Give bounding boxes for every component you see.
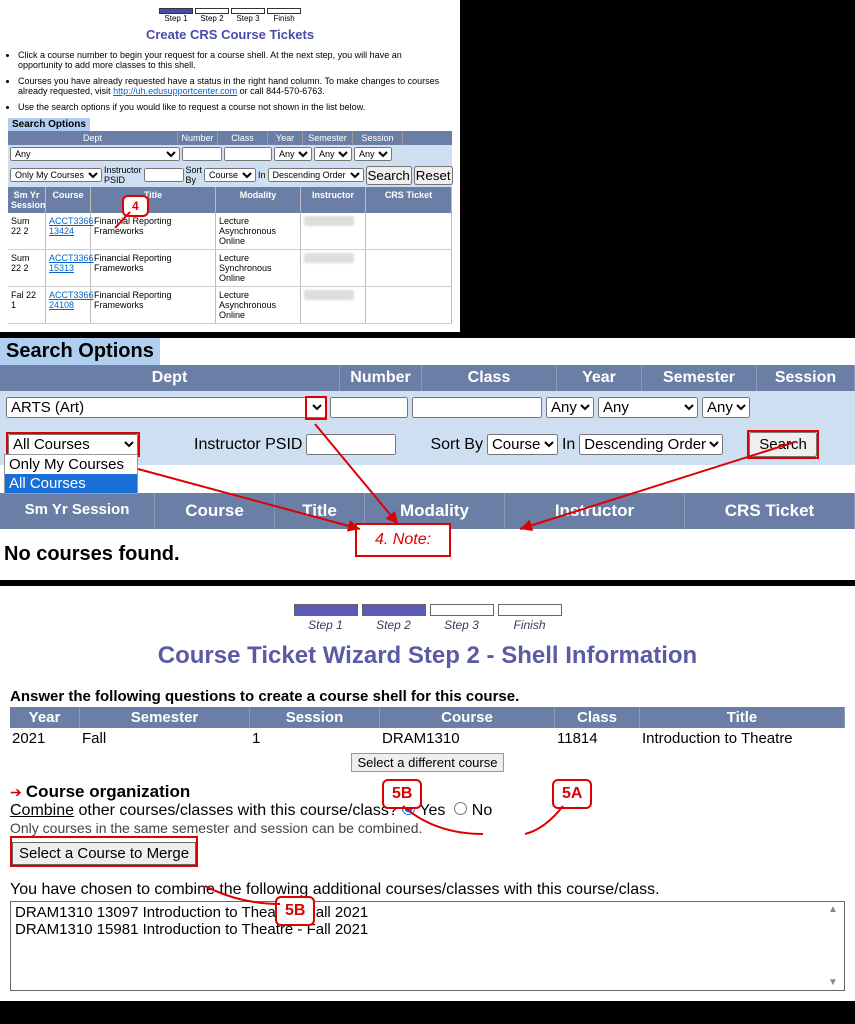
- step-label: Finish: [273, 14, 294, 23]
- combine-no-radio[interactable]: [454, 802, 467, 815]
- scope-select[interactable]: Only My Courses: [10, 168, 102, 182]
- search-header-row: Dept Number Class Year Semester Session: [8, 131, 452, 145]
- session-select[interactable]: Any: [354, 147, 392, 161]
- search-header-row: Dept Number Class Year Semester Session: [0, 365, 855, 391]
- scope-select[interactable]: All Courses: [8, 434, 138, 455]
- table-row: Sum 22 2ACCT3366 15313Financial Reportin…: [8, 250, 452, 287]
- step-label: Step 2: [200, 14, 223, 23]
- in-label: In: [258, 170, 266, 180]
- annotation-callout-4: 4: [122, 195, 149, 217]
- class-input[interactable]: [412, 397, 542, 418]
- in-label: In: [562, 436, 575, 454]
- sortby-select[interactable]: Course: [487, 434, 558, 455]
- table-row: Fal 22 1ACCT3366 24108Financial Reportin…: [8, 287, 452, 324]
- step-label: Step 1: [164, 14, 187, 23]
- instruction-text: Click a course number to begin your requ…: [18, 50, 442, 70]
- annotation-highlight: [305, 396, 327, 420]
- psid-label: Instructor PSID: [194, 436, 302, 454]
- select-course-to-merge-button[interactable]: Select a Course to Merge: [12, 842, 196, 865]
- session-select[interactable]: Any: [702, 397, 750, 418]
- reset-button[interactable]: Reset: [414, 166, 453, 185]
- results-header: Sm Yr Session Course Title Modality Inst…: [8, 187, 452, 213]
- page-title: Course Ticket Wizard Step 2 - Shell Info…: [10, 642, 845, 670]
- progress-steps: Step 1 Step 2 Step 3 Finish: [8, 8, 452, 23]
- scrollbar[interactable]: ▲▼: [828, 904, 842, 988]
- number-input[interactable]: [182, 147, 222, 161]
- semester-select[interactable]: Any: [598, 397, 698, 418]
- hint-text: Only courses in the same semester and se…: [10, 820, 845, 836]
- dept-select[interactable]: ARTS (Art): [6, 397, 326, 418]
- chosen-text: You have chosen to combine the following…: [10, 881, 845, 899]
- course-link[interactable]: ACCT3366 13424: [49, 216, 94, 236]
- course-link[interactable]: ACCT3366 15313: [49, 253, 94, 273]
- combine-question: Combine other courses/classes with this …: [10, 802, 845, 820]
- sortby-select[interactable]: Course: [204, 168, 256, 182]
- list-item[interactable]: DRAM1310 13097 Introduction to Theatre -…: [15, 904, 840, 921]
- instruction-text: Use the search options if you would like…: [18, 102, 442, 112]
- order-select[interactable]: Descending Order: [579, 434, 723, 455]
- instructor-redacted: [304, 290, 354, 300]
- dropdown-option[interactable]: Only My Courses: [5, 455, 137, 474]
- semester-select[interactable]: Any: [314, 147, 352, 161]
- search-button[interactable]: Search: [366, 166, 412, 185]
- page-title: Create CRS Course Tickets: [8, 27, 452, 42]
- scope-dropdown-open[interactable]: Only My Courses All Courses: [4, 454, 138, 494]
- instructor-redacted: [304, 253, 354, 263]
- sortby-label: Sort By: [430, 436, 482, 454]
- year-select[interactable]: Any: [546, 397, 594, 418]
- list-item[interactable]: DRAM1310 15981 Introduction to Theatre -…: [15, 921, 840, 938]
- course-link[interactable]: ACCT3366 24108: [49, 290, 94, 310]
- number-input[interactable]: [330, 397, 408, 418]
- section-heading: Course organization: [26, 782, 190, 801]
- course-info-header: Year Semester Session Course Class Title: [10, 707, 845, 728]
- support-link[interactable]: http://uh.edusupportcenter.com: [113, 86, 237, 96]
- instruction-text: Answer the following questions to create…: [10, 688, 845, 705]
- search-options-label: Search Options: [0, 338, 160, 365]
- instruction-text: Courses you have already requested have …: [18, 76, 442, 96]
- annotation-callout-5b-2: 5B: [275, 896, 315, 926]
- search-options-label: Search Options: [8, 118, 90, 131]
- arrow-icon: ➔: [10, 784, 22, 800]
- order-select[interactable]: Descending Order: [268, 168, 364, 182]
- course-info-row: 2021 Fall 1 DRAM1310 11814 Introduction …: [10, 728, 845, 749]
- table-row: Sum 22 2ACCT3366 13424Financial Reportin…: [8, 213, 452, 250]
- annotation-callout-5a: 5A: [552, 779, 592, 809]
- psid-input[interactable]: [306, 434, 396, 455]
- psid-label: Instructor PSID: [104, 165, 142, 185]
- year-select[interactable]: Any: [274, 147, 312, 161]
- dropdown-option-selected[interactable]: All Courses: [5, 474, 137, 493]
- sortby-label: Sort By: [186, 165, 203, 185]
- annotation-callout-5b: 5B: [382, 779, 422, 809]
- dept-select[interactable]: Any: [10, 147, 180, 161]
- class-input[interactable]: [224, 147, 272, 161]
- merge-list[interactable]: DRAM1310 13097 Introduction to Theatre -…: [10, 901, 845, 991]
- annotation-note: 4. Note:: [355, 523, 451, 557]
- select-different-course-button[interactable]: Select a different course: [351, 753, 505, 772]
- instructor-redacted: [304, 216, 354, 226]
- step-label: Step 3: [236, 14, 259, 23]
- psid-input[interactable]: [144, 168, 184, 182]
- search-button[interactable]: Search: [749, 432, 817, 457]
- progress-steps: Step 1 Step 2 Step 3 Finish: [10, 604, 845, 632]
